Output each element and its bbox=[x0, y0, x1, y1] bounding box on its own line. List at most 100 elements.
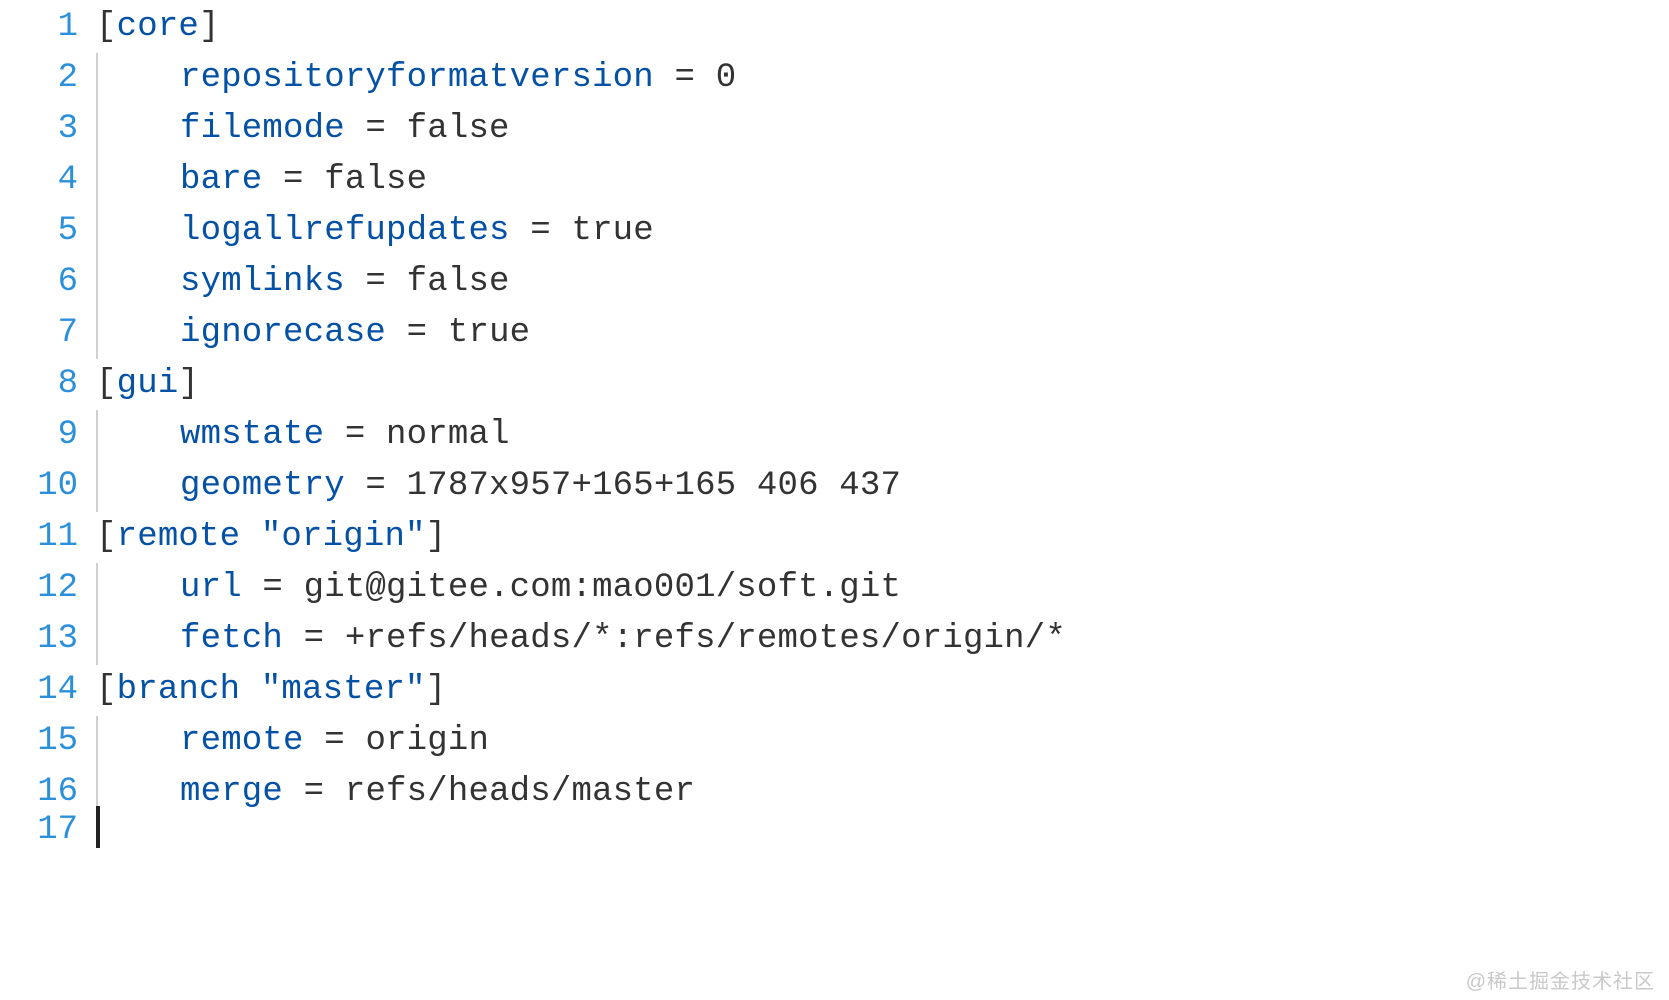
code-line[interactable]: 12 url = git@gitee.com:mao001/soft.git bbox=[0, 563, 1669, 614]
indent-guide bbox=[96, 461, 136, 512]
line-number: 1 bbox=[0, 2, 96, 53]
config-value: false bbox=[407, 110, 510, 148]
code-line[interactable]: 16merge = refs/heads/master bbox=[0, 767, 1669, 818]
code-content[interactable]: filemode = false bbox=[136, 104, 510, 155]
indent-guide bbox=[96, 308, 136, 359]
config-key: repositoryformatversion bbox=[180, 59, 654, 97]
line-number: 6 bbox=[0, 257, 96, 308]
line-number: 12 bbox=[0, 563, 96, 614]
line-number: 11 bbox=[0, 512, 96, 563]
watermark-label: @稀土掘金技术社区 bbox=[1466, 965, 1655, 994]
code-line[interactable]: 5 logallrefupdates = true bbox=[0, 206, 1669, 257]
bracket-close: ] bbox=[178, 365, 199, 403]
code-content[interactable]: logallrefupdates = true bbox=[136, 206, 654, 257]
equals-sign: = bbox=[283, 773, 345, 811]
config-value: 1787x957+165+165 406 437 bbox=[407, 467, 901, 505]
config-value: normal bbox=[386, 416, 510, 454]
equals-sign: = bbox=[654, 59, 716, 97]
code-line[interactable]: 9 wmstate = normal bbox=[0, 410, 1669, 461]
code-content[interactable]: fetch = +refs/heads/*:refs/remotes/origi… bbox=[136, 614, 1066, 665]
code-line[interactable]: 1[core] bbox=[0, 2, 1669, 53]
code-line[interactable]: 11[remote "origin"] bbox=[0, 512, 1669, 563]
config-key: logallrefupdates bbox=[180, 212, 510, 250]
indent-guide bbox=[96, 818, 136, 842]
indent-guide bbox=[96, 2, 136, 53]
code-line[interactable]: 14[branch "master"] bbox=[0, 665, 1669, 716]
equals-sign: = bbox=[510, 212, 572, 250]
code-line[interactable]: 2 repositoryformatversion = 0 bbox=[0, 53, 1669, 104]
indent-guide bbox=[96, 563, 136, 614]
code-content[interactable]: [remote "origin"] bbox=[96, 512, 446, 563]
config-key: merge bbox=[180, 773, 283, 811]
line-number: 5 bbox=[0, 206, 96, 257]
code-line[interactable]: 13fetch = +refs/heads/*:refs/remotes/ori… bbox=[0, 614, 1669, 665]
equals-sign: = bbox=[242, 569, 304, 607]
indent-guide bbox=[96, 512, 136, 563]
config-key: geometry bbox=[180, 467, 345, 505]
config-value: false bbox=[324, 161, 427, 199]
equals-sign: = bbox=[262, 161, 324, 199]
indent-guide bbox=[96, 104, 136, 155]
code-line[interactable]: 8[gui] bbox=[0, 359, 1669, 410]
line-number: 8 bbox=[0, 359, 96, 410]
config-value: 0 bbox=[716, 59, 737, 97]
code-line[interactable]: 7 ignorecase = true bbox=[0, 308, 1669, 359]
code-line[interactable]: 17 bbox=[0, 818, 1669, 842]
code-content[interactable]: [branch "master"] bbox=[96, 665, 446, 716]
config-value: true bbox=[448, 314, 530, 352]
code-content[interactable]: ignorecase = true bbox=[136, 308, 530, 359]
indent-guide bbox=[96, 614, 136, 665]
indent-guide bbox=[96, 716, 136, 767]
config-key: symlinks bbox=[180, 263, 345, 301]
equals-sign: = bbox=[345, 263, 407, 301]
indent-guide bbox=[96, 206, 136, 257]
code-content[interactable]: geometry = 1787x957+165+165 406 437 bbox=[136, 461, 901, 512]
config-key: remote bbox=[180, 722, 304, 760]
code-editor[interactable]: 1[core]2 repositoryformatversion = 0 3 file… bbox=[0, 0, 1669, 842]
bracket-close: ] bbox=[199, 8, 220, 46]
config-value: true bbox=[571, 212, 653, 250]
code-content[interactable]: wmstate = normal bbox=[136, 410, 510, 461]
indent-guide bbox=[96, 767, 136, 818]
line-number: 9 bbox=[0, 410, 96, 461]
config-value: git@gitee.com:mao001/soft.git bbox=[304, 569, 902, 607]
indent-guide bbox=[96, 155, 136, 206]
indent-guide bbox=[96, 359, 136, 410]
config-value: origin bbox=[365, 722, 489, 760]
bracket-close: ] bbox=[426, 671, 447, 709]
code-content[interactable]: bare = false bbox=[136, 155, 427, 206]
line-number: 4 bbox=[0, 155, 96, 206]
config-key: bare bbox=[180, 161, 262, 199]
config-value: false bbox=[407, 263, 510, 301]
code-content[interactable]: repositoryformatversion = 0 bbox=[136, 53, 736, 104]
code-line[interactable]: 10 geometry = 1787x957+165+165 406 437 bbox=[0, 461, 1669, 512]
config-value: refs/heads/master bbox=[345, 773, 695, 811]
line-number: 7 bbox=[0, 308, 96, 359]
code-content[interactable]: url = git@gitee.com:mao001/soft.git bbox=[136, 563, 901, 614]
indent-guide bbox=[96, 257, 136, 308]
config-key: filemode bbox=[180, 110, 345, 148]
line-number: 3 bbox=[0, 104, 96, 155]
line-number: 17 bbox=[0, 818, 96, 842]
code-content[interactable]: symlinks = false bbox=[136, 257, 510, 308]
config-key: fetch bbox=[180, 620, 283, 658]
equals-sign: = bbox=[386, 314, 448, 352]
indent-guide bbox=[96, 53, 136, 104]
code-line[interactable]: 4 bare = false bbox=[0, 155, 1669, 206]
code-line[interactable]: 15 remote = origin bbox=[0, 716, 1669, 767]
code-line[interactable]: 3 filemode = false bbox=[0, 104, 1669, 155]
config-key: wmstate bbox=[180, 416, 324, 454]
line-number: 15 bbox=[0, 716, 96, 767]
indent-guide bbox=[96, 410, 136, 461]
equals-sign: = bbox=[304, 722, 366, 760]
section-name: branch "master" bbox=[117, 671, 426, 709]
code-line[interactable]: 6 symlinks = false bbox=[0, 257, 1669, 308]
text-cursor bbox=[96, 806, 100, 848]
line-number: 10 bbox=[0, 461, 96, 512]
config-key: ignorecase bbox=[180, 314, 386, 352]
code-content[interactable]: merge = refs/heads/master bbox=[136, 767, 695, 818]
config-value: +refs/heads/*:refs/remotes/origin/* bbox=[345, 620, 1066, 658]
code-content[interactable]: remote = origin bbox=[136, 716, 489, 767]
config-key: url bbox=[180, 569, 242, 607]
line-number: 2 bbox=[0, 53, 96, 104]
